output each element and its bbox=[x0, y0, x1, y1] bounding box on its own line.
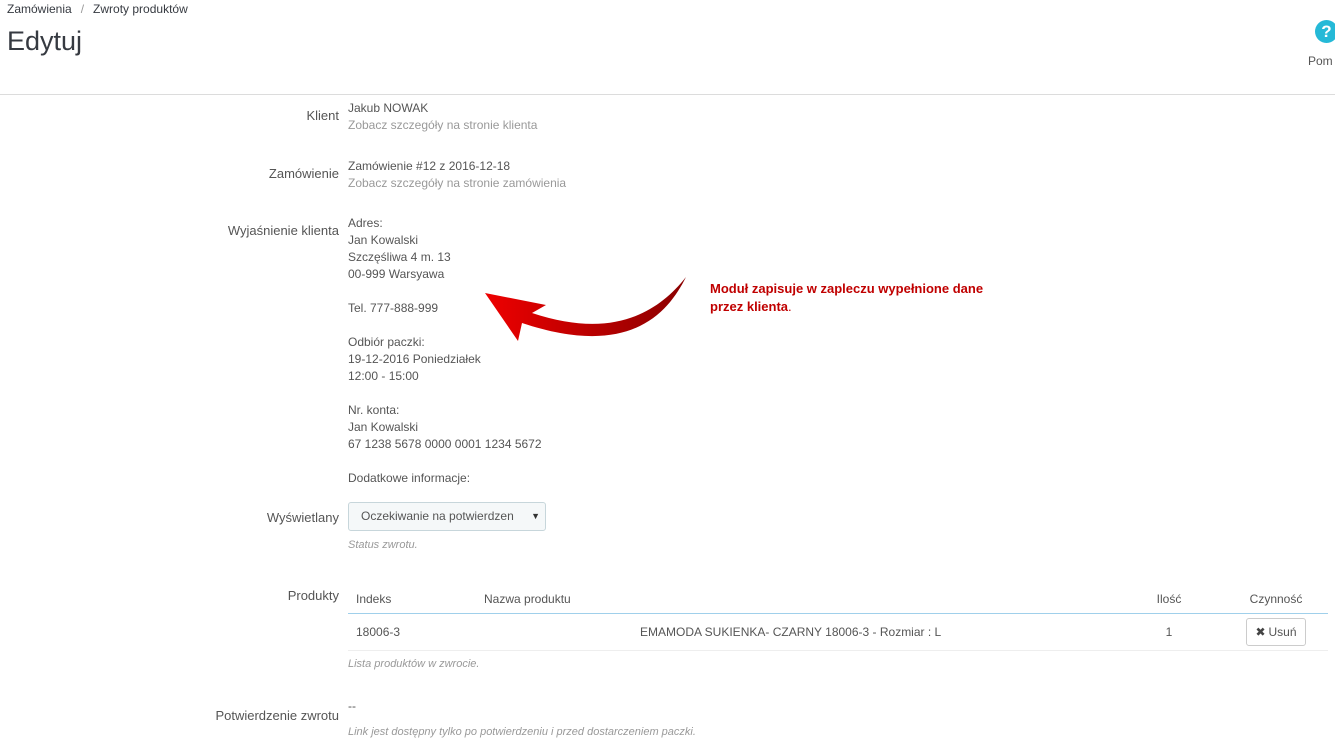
explanation-line bbox=[348, 453, 542, 470]
explanation-label: Wyjaśnienie klienta bbox=[227, 223, 339, 238]
page-header: Zamówienia / Zwroty produktów Edytuj ? Pom bbox=[0, 0, 1335, 95]
explanation-line bbox=[348, 385, 542, 402]
column-header-name: Nazwa produktu bbox=[484, 585, 1114, 614]
status-help: Status zwrotu. bbox=[348, 539, 418, 551]
annotation-text: Moduł zapisuje w zapleczu wypełnione dan… bbox=[710, 281, 984, 314]
explanation-line: Jan Kowalski bbox=[348, 233, 419, 247]
help-label: Pom bbox=[1308, 54, 1333, 68]
client-label: Klient bbox=[306, 108, 339, 123]
column-header-qty: Ilość bbox=[1114, 585, 1224, 614]
help-button[interactable]: ? Pom bbox=[1308, 20, 1335, 72]
table-header-row: Indeks Nazwa produktu Ilość Czynność bbox=[348, 585, 1328, 614]
explanation-line: 67 1238 5678 0000 0001 1234 5672 bbox=[348, 437, 542, 451]
explanation-line: Szczęśliwa 4 m. 13 bbox=[348, 250, 451, 264]
confirmation-value: -- bbox=[348, 699, 356, 713]
delete-button-label: Usuń bbox=[1268, 625, 1297, 639]
product-qty: 1 bbox=[1114, 613, 1224, 651]
annotation-note: Moduł zapisuje w zapleczu wypełnione dan… bbox=[710, 280, 1000, 316]
status-selected-value: Oczekiwanie na potwierdzen bbox=[361, 509, 514, 523]
client-details-link[interactable]: Zobacz szczegóły na stronie klienta bbox=[348, 118, 537, 132]
product-index: 18006-3 bbox=[348, 613, 484, 651]
explanation-line: Dodatkowe informacje: bbox=[348, 471, 471, 485]
question-circle-icon: ? bbox=[1315, 20, 1335, 43]
explanation-line: Adres: bbox=[348, 216, 383, 230]
confirmation-help: Link jest dostępny tylko po potwierdzeni… bbox=[348, 726, 696, 738]
breadcrumb-separator: / bbox=[80, 2, 85, 16]
status-select[interactable]: Oczekiwanie na potwierdzen ▼ bbox=[348, 502, 546, 531]
breadcrumb-item-orders[interactable]: Zamówienia bbox=[7, 2, 72, 16]
times-icon: ✖ bbox=[1255, 625, 1266, 639]
column-header-index: Indeks bbox=[348, 585, 484, 614]
caret-down-icon: ▼ bbox=[531, 511, 540, 521]
table-row: 18006-3 EMAMODA SUKIENKA- CZARNY 18006-3… bbox=[348, 613, 1328, 651]
breadcrumb-item-returns[interactable]: Zwroty produktów bbox=[93, 2, 188, 16]
column-header-action: Czynność bbox=[1224, 585, 1328, 614]
annotation-period: . bbox=[788, 299, 792, 314]
page-title: Edytuj bbox=[7, 26, 83, 56]
product-name: EMAMODA SUKIENKA- CZARNY 18006-3 - Rozmi… bbox=[484, 613, 1114, 651]
products-table: Indeks Nazwa produktu Ilość Czynność 180… bbox=[348, 585, 1328, 651]
order-details-link[interactable]: Zobacz szczegóły na stronie zamówienia bbox=[348, 176, 566, 190]
breadcrumb: Zamówienia / Zwroty produktów bbox=[7, 2, 188, 16]
client-name: Jakub NOWAK bbox=[348, 101, 429, 115]
delete-product-button[interactable]: ✖ Usuń bbox=[1246, 618, 1306, 646]
confirmation-label: Potwierdzenie zwrotu bbox=[215, 708, 339, 723]
order-label: Zamówienie bbox=[268, 166, 339, 181]
products-help: Lista produktów w zwrocie. bbox=[348, 658, 480, 670]
order-value: Zamówienie #12 z 2016-12-18 bbox=[348, 159, 511, 173]
explanation-line: Jan Kowalski bbox=[348, 420, 419, 434]
explanation-line: Nr. konta: bbox=[348, 403, 400, 417]
return-form: Klient Jakub NOWAK Zobacz szczegóły na s… bbox=[0, 95, 1335, 747]
curved-arrow-icon bbox=[485, 277, 686, 341]
products-label: Produkty bbox=[287, 588, 339, 603]
status-label: Wyświetlany bbox=[266, 510, 339, 525]
